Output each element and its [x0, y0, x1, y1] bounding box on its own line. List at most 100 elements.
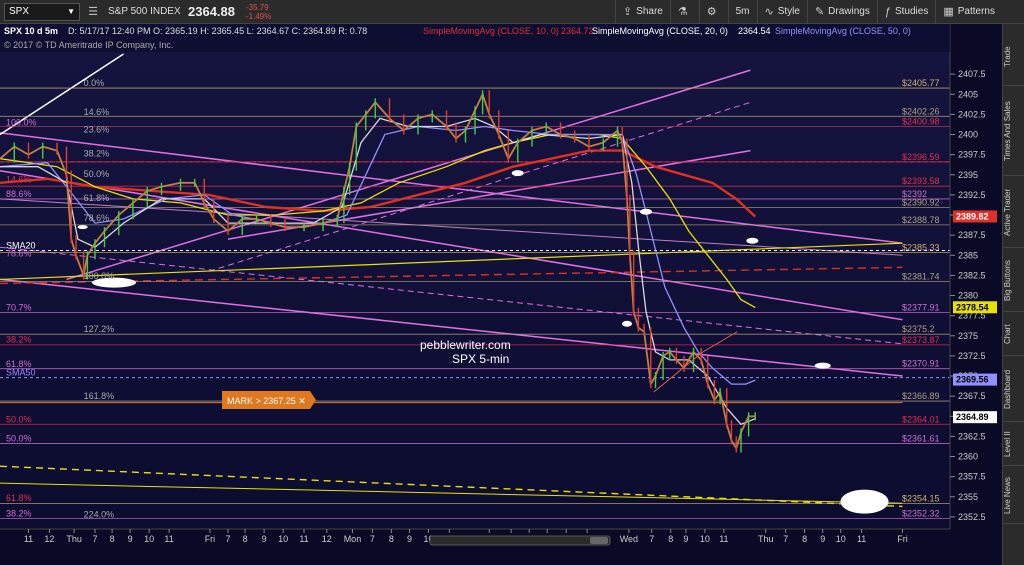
info-symbol: SPX 10 d 5m: [4, 26, 58, 36]
price-change: -35.79 -1.49%: [246, 3, 282, 21]
fib-label: 50.0%: [84, 169, 110, 179]
price-chart[interactable]: 2407.524052402.524002397.523952392.52390…: [0, 24, 1002, 565]
price-tag-label: 2369.56: [956, 375, 989, 385]
left-label: 78.6%: [6, 248, 32, 258]
white-ellipse-marker: [622, 320, 632, 327]
left-label: 38.2%: [6, 509, 32, 519]
symbol-input[interactable]: SPX ▼: [4, 2, 80, 21]
y-tick-label: 2385: [958, 250, 978, 260]
fib-label: 38.2%: [84, 149, 110, 159]
left-label: 38.2%: [6, 335, 32, 345]
level-label: $2388.78: [902, 215, 940, 225]
x-tick-label: 10: [144, 534, 154, 544]
sidebar-tab-live-news[interactable]: Live News: [1003, 468, 1024, 524]
patterns-icon: ▦: [943, 6, 954, 18]
x-tick-label: Mon: [344, 534, 362, 544]
y-tick-label: 2407.5: [958, 69, 986, 79]
fib-label: 14.6%: [84, 107, 110, 117]
left-label: 61.8%: [6, 493, 32, 503]
y-tick-label: 2372.5: [958, 351, 986, 361]
y-tick-label: 2375: [958, 331, 978, 341]
y-tick-label: 2352.5: [958, 512, 986, 522]
x-tick-label: 8: [110, 534, 115, 544]
scrollbar-thumb[interactable]: [590, 537, 608, 544]
x-tick-label: 9: [820, 534, 825, 544]
x-tick-label: 8: [802, 534, 807, 544]
level-label: $2370.91: [902, 359, 940, 369]
price-tag-label: 2389.82: [956, 211, 989, 221]
info-ohlc: D: 5/17/17 12:40 PM O: 2365.19 H: 2365.4…: [68, 26, 367, 36]
left-label: 50.0%: [6, 414, 32, 424]
x-tick-label: 11: [299, 534, 308, 544]
target-ellipse-marker: [840, 489, 889, 514]
y-tick-label: 2382.5: [958, 270, 986, 280]
chevron-down-icon[interactable]: ▼: [67, 7, 75, 16]
price-tag-label: 2378.54: [956, 302, 989, 312]
share-button[interactable]: ⇪ Share: [614, 0, 670, 24]
level-label: $2373.87: [902, 335, 940, 345]
y-tick-label: 2362.5: [958, 431, 986, 441]
pencil-icon: ✎: [814, 6, 825, 18]
level-label: $2352.32: [902, 508, 940, 518]
flask-button[interactable]: ⚗: [669, 0, 699, 24]
left-label: 88.6%: [6, 189, 32, 199]
interval-label: 5m: [735, 6, 750, 17]
x-tick-label: 11: [719, 534, 728, 544]
sidebar-tab-big-buttons[interactable]: Big Buttons: [1003, 250, 1024, 312]
drawings-button[interactable]: ✎ Drawings: [806, 0, 877, 24]
info-sma10: SimpleMovingAvg (CLOSE, 10, 0): [423, 26, 559, 36]
x-tick-label: Fri: [205, 534, 216, 544]
info-sma50: SimpleMovingAvg (CLOSE, 50, 0): [775, 26, 911, 36]
style-button[interactable]: ∿ Style: [756, 0, 807, 24]
level-label: $2377.91: [902, 302, 940, 312]
change-value: -35.79: [246, 2, 269, 12]
right-sidebar: Trade Times And Sales Active Trader Big …: [1002, 24, 1024, 565]
sidebar-tab-level-ii[interactable]: Level II: [1003, 424, 1024, 466]
fib-label: 161.8%: [84, 391, 115, 401]
sidebar-tab-active-trader[interactable]: Active Trader: [1003, 178, 1024, 248]
y-tick-label: 2355: [958, 492, 978, 502]
x-tick-label: 7: [783, 534, 788, 544]
x-tick-label: 12: [44, 534, 54, 544]
level-label: $2390.92: [902, 198, 940, 208]
gear-button[interactable]: ⚙: [698, 0, 728, 24]
x-tick-label: 10: [700, 534, 710, 544]
level-label: $2381.74: [902, 272, 940, 282]
y-tick-label: 2392.5: [958, 190, 986, 200]
studies-button[interactable]: ƒ Studies: [876, 0, 935, 24]
x-tick-label: 10: [836, 534, 846, 544]
y-tick-label: 2400: [958, 130, 978, 140]
x-tick-label: Thu: [758, 534, 774, 544]
x-tick-label: 11: [857, 534, 866, 544]
y-tick-label: 2397.5: [958, 150, 986, 160]
fib-label: 127.2%: [84, 324, 115, 334]
patterns-label: Patterns: [957, 6, 995, 17]
level-label: $2375.2: [902, 324, 935, 334]
x-tick-label: 8: [389, 534, 394, 544]
fib-label: 23.6%: [84, 125, 110, 135]
left-label: 70.7%: [6, 302, 32, 312]
horizontal-scrollbar[interactable]: [429, 535, 611, 546]
level-label: $2402.26: [902, 106, 940, 116]
level-label: $2354.15: [902, 494, 940, 504]
y-tick-label: 2387.5: [958, 230, 986, 240]
bell-icon[interactable]: ☰: [84, 3, 102, 21]
patterns-button[interactable]: ▦ Patterns: [935, 0, 1002, 24]
sidebar-tab-trade[interactable]: Trade: [1003, 28, 1024, 86]
sidebar-tab-dashboard[interactable]: Dashboard: [1003, 358, 1024, 422]
y-tick-label: 2405: [958, 89, 978, 99]
style-label: Style: [777, 6, 800, 17]
left-label: SMA50: [6, 368, 36, 378]
mark-label[interactable]: MARK > 2367.25 ✕: [222, 391, 316, 409]
share-label: Share: [636, 6, 663, 17]
copyright: © 2017 © TD Ameritrade IP Company, Inc.: [4, 40, 173, 50]
sidebar-tab-chart[interactable]: Chart: [1003, 314, 1024, 356]
left-label: 100.0%: [6, 117, 37, 127]
interval-button[interactable]: 5m: [727, 0, 757, 24]
x-tick-label: 7: [225, 534, 230, 544]
x-tick-label: 11: [24, 534, 33, 544]
level-label: $2366.89: [902, 391, 940, 401]
x-tick-label: Thu: [66, 534, 82, 544]
sidebar-tab-times-and-sales[interactable]: Times And Sales: [1003, 88, 1024, 176]
x-tick-label: Wed: [620, 534, 638, 544]
